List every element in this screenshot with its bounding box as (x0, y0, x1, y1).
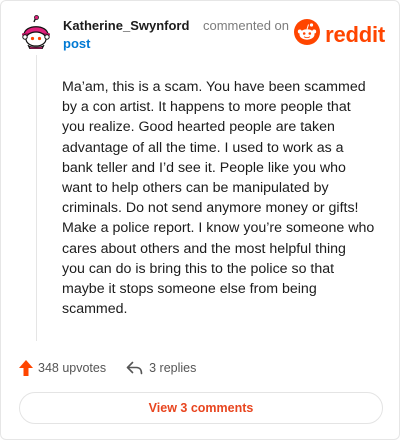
comment-card: Katherine_Swynford commented on post red… (0, 0, 400, 440)
reddit-wordmark: reddit (325, 21, 385, 47)
replies-count: 3 replies (149, 361, 197, 375)
comment-actions: 348 upvotes 3 replies (19, 358, 196, 378)
upvotes-count: 348 upvotes (38, 361, 107, 375)
thread-line (36, 55, 37, 341)
username-link[interactable]: Katherine_Swynford (63, 18, 189, 33)
replies-button[interactable]: 3 replies (126, 361, 196, 375)
comment-header: Katherine_Swynford commented on post red… (19, 15, 385, 55)
user-avatar-icon[interactable] (19, 15, 53, 50)
post-link[interactable]: post (63, 36, 90, 51)
reddit-snoo-icon (294, 19, 321, 50)
comment-body: Ma’am, this is a scam. You have been sca… (62, 79, 375, 318)
upvote-button[interactable]: 348 upvotes (19, 360, 106, 376)
commented-on-text: commented on (203, 18, 289, 33)
reddit-logo[interactable]: reddit (294, 19, 385, 50)
view-comments-button[interactable]: View 3 comments (19, 392, 383, 424)
reply-arrow-icon (126, 361, 143, 375)
upvote-arrow-icon (19, 360, 33, 376)
